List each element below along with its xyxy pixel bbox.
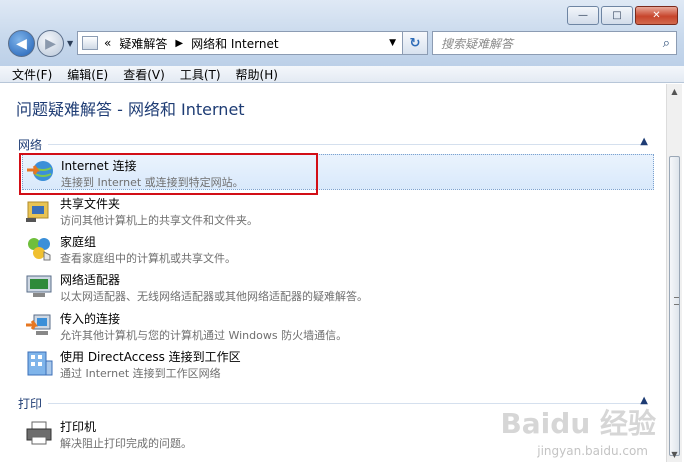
forward-button[interactable]: ▶ — [37, 30, 64, 57]
item-title: 共享文件夹 — [60, 197, 121, 211]
watermark-logo: Baidu 经验 — [500, 407, 656, 440]
item-title: 网络适配器 — [60, 273, 121, 287]
section-divider — [48, 144, 644, 145]
item-title: 使用 DirectAccess 连接到工作区 — [60, 350, 241, 364]
item-title: 传入的连接 — [60, 312, 121, 326]
nav-buttons: ◀ ▶ ▼ — [8, 30, 73, 57]
network-adapter-icon — [26, 275, 52, 297]
control-panel-icon — [82, 36, 98, 50]
item-title: 打印机 — [60, 420, 97, 434]
address-overflow-chevron[interactable]: « — [104, 36, 111, 50]
troubleshooter-network-adapter[interactable]: 网络适配器 以太网适配器、无线网络适配器或其他网络适配器的疑难解答。 — [22, 269, 654, 305]
page-title: 问题疑难解答 - 网络和 Internet — [16, 100, 245, 119]
item-description: 以太网适配器、无线网络适配器或其他网络适配器的疑难解答。 — [60, 290, 368, 303]
title-bar: — □ ✕ ◀ ▶ ▼ « 疑难解答 ▶ 网络和 Internet ▼ ↻ 搜索… — [0, 0, 684, 66]
highlight-annotation-box — [19, 153, 318, 195]
content-pane: 问题疑难解答 - 网络和 Internet 网络 ▲ Internet 连接 连… — [0, 84, 684, 462]
breadcrumb-separator-icon[interactable]: ▶ — [175, 38, 183, 49]
menu-edit[interactable]: 编辑(E) — [67, 66, 108, 83]
shared-folder-icon — [26, 201, 49, 222]
troubleshooter-shared-folders[interactable]: 共享文件夹 访问其他计算机上的共享文件和文件夹。 — [22, 193, 654, 229]
menu-view[interactable]: 查看(V) — [123, 66, 165, 83]
scrollbar-thumb[interactable] — [669, 156, 680, 456]
troubleshooter-homegroup[interactable]: 家庭组 查看家庭组中的计算机或共享文件。 — [22, 231, 654, 267]
troubleshooter-incoming-connections[interactable]: 传入的连接 允许其他计算机与您的计算机通过 Windows 防火墙通信。 — [22, 308, 654, 344]
vertical-scrollbar[interactable]: ▲ ▼ — [666, 84, 682, 462]
menu-file[interactable]: 文件(F) — [12, 66, 52, 83]
item-description: 允许其他计算机与您的计算机通过 Windows 防火墙通信。 — [60, 329, 348, 342]
workplace-building-icon — [27, 351, 53, 376]
menu-bar: 文件(F) 编辑(E) 查看(V) 工具(T) 帮助(H) — [0, 66, 684, 83]
watermark-url: jingyan.baidu.com — [537, 444, 648, 458]
collapse-network-icon[interactable]: ▲ — [640, 136, 648, 147]
scroll-up-icon[interactable]: ▲ — [667, 84, 682, 99]
item-description: 通过 Internet 连接到工作区网络 — [60, 367, 221, 380]
search-icon[interactable]: ⌕ — [663, 36, 670, 51]
homegroup-icon — [28, 238, 51, 261]
scroll-grip — [674, 297, 679, 305]
menu-tools[interactable]: 工具(T) — [180, 66, 221, 83]
close-button[interactable]: ✕ — [635, 6, 678, 25]
search-input[interactable]: 搜索疑难解答 — [441, 35, 513, 52]
scroll-down-icon[interactable]: ▼ — [667, 447, 682, 462]
maximize-button[interactable]: □ — [601, 6, 633, 25]
address-bar[interactable]: « 疑难解答 ▶ 网络和 Internet ▼ — [77, 31, 403, 55]
back-button[interactable]: ◀ — [8, 30, 35, 57]
troubleshooter-directaccess[interactable]: 使用 DirectAccess 连接到工作区 通过 Internet 连接到工作… — [22, 346, 654, 382]
incoming-connection-icon — [26, 314, 51, 335]
breadcrumb-troubleshooting[interactable]: 疑难解答 — [119, 35, 167, 52]
window-controls: — □ ✕ — [565, 6, 678, 25]
item-description: 访问其他计算机上的共享文件和文件夹。 — [60, 214, 258, 227]
section-network-heading: 网络 — [18, 138, 43, 152]
address-dropdown-icon[interactable]: ▼ — [389, 38, 396, 48]
item-description: 解决阻止打印完成的问题。 — [60, 437, 192, 450]
item-description: 查看家庭组中的计算机或共享文件。 — [60, 252, 236, 265]
section-print-heading: 打印 — [18, 397, 43, 411]
minimize-button[interactable]: — — [567, 6, 599, 25]
breadcrumb-network-internet[interactable]: 网络和 Internet — [191, 35, 278, 52]
refresh-button[interactable]: ↻ — [402, 31, 428, 55]
menu-help[interactable]: 帮助(H) — [236, 66, 278, 83]
printer-icon — [26, 421, 52, 445]
item-title: 家庭组 — [60, 235, 97, 249]
search-box[interactable]: 搜索疑难解答 ⌕ — [432, 31, 677, 55]
recent-pages-dropdown-icon[interactable]: ▼ — [67, 39, 73, 48]
